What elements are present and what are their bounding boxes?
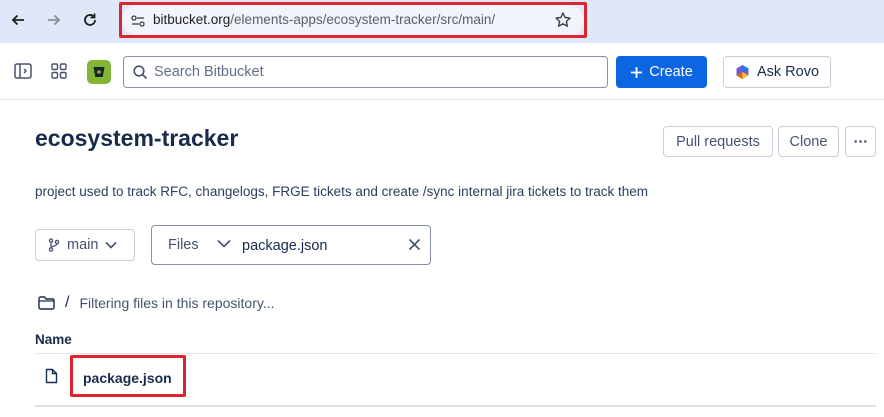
- url-text[interactable]: bitbucket.org/elements-apps/ecosystem-tr…: [153, 12, 495, 27]
- create-label: Create: [649, 64, 693, 80]
- ask-rovo-button[interactable]: Ask Rovo: [723, 56, 831, 88]
- repo-description: project used to track RFC, changelogs, F…: [35, 184, 648, 199]
- files-type-select[interactable]: Files: [168, 237, 199, 253]
- more-actions-button[interactable]: ⋯: [845, 126, 876, 157]
- back-icon[interactable]: [6, 8, 30, 32]
- page-title: ecosystem-tracker: [35, 125, 239, 151]
- clone-button[interactable]: Clone: [778, 126, 839, 157]
- breadcrumb-separator: /: [65, 294, 70, 311]
- rovo-icon: [736, 65, 749, 79]
- bookmark-star-icon[interactable]: [554, 11, 572, 29]
- pull-requests-button[interactable]: Pull requests: [663, 126, 773, 157]
- branch-name: main: [67, 237, 99, 253]
- breadcrumb: / Filtering files in this repository...: [38, 294, 274, 312]
- divider: [35, 405, 876, 407]
- search-box[interactable]: [123, 56, 608, 88]
- filter-status: Filtering files in this repository...: [79, 295, 275, 311]
- file-icon: [45, 368, 58, 384]
- url-host: bitbucket.org: [153, 12, 231, 27]
- search-input[interactable]: [154, 57, 594, 87]
- app-header: Create Ask Rovo: [0, 43, 884, 100]
- branch-icon: [48, 238, 60, 252]
- file-name-link[interactable]: package.json: [83, 370, 172, 386]
- folder-icon[interactable]: [38, 296, 55, 310]
- files-filter[interactable]: Files: [151, 225, 431, 265]
- table-row[interactable]: package.json: [35, 354, 876, 404]
- plus-icon: [631, 66, 643, 78]
- branch-selector[interactable]: main: [35, 229, 135, 261]
- file-filter-input[interactable]: [242, 235, 392, 257]
- create-button[interactable]: Create: [616, 56, 707, 88]
- site-settings-icon[interactable]: [128, 11, 148, 31]
- search-icon: [133, 65, 148, 80]
- forward-icon[interactable]: [42, 8, 66, 32]
- sidebar-toggle-icon[interactable]: [13, 61, 33, 81]
- rovo-label: Ask Rovo: [756, 64, 820, 80]
- bitbucket-logo-icon[interactable]: [87, 60, 111, 84]
- app-switcher-icon[interactable]: [49, 61, 69, 81]
- close-icon[interactable]: [408, 238, 421, 251]
- browser-toolbar: bitbucket.org/elements-apps/ecosystem-tr…: [0, 0, 884, 43]
- address-bar[interactable]: bitbucket.org/elements-apps/ecosystem-tr…: [122, 5, 584, 36]
- chevron-down-icon: [105, 241, 118, 249]
- chevron-down-icon[interactable]: [217, 239, 231, 248]
- url-path: /elements-apps/ecosystem-tracker/src/mai…: [230, 12, 496, 27]
- reload-icon[interactable]: [78, 8, 102, 32]
- column-header-name: Name: [35, 332, 72, 347]
